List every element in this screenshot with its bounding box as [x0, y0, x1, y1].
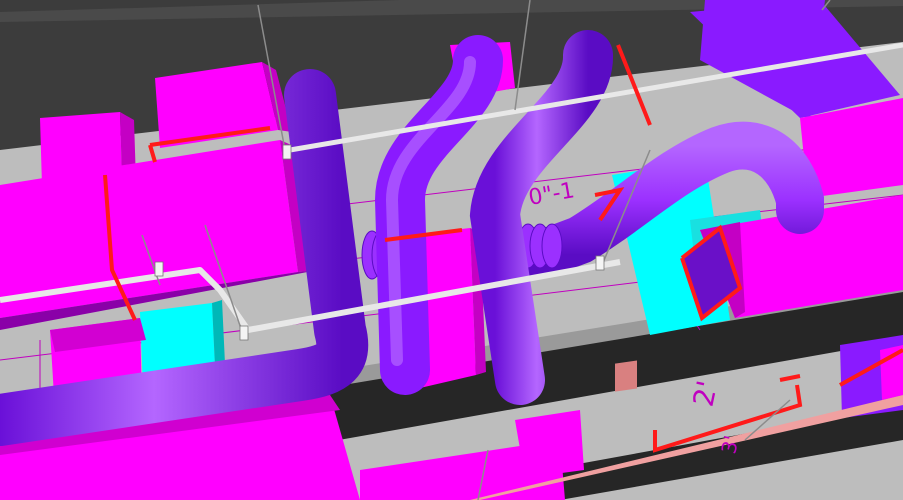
bim-3d-viewport[interactable]: 0"-1 2' 3' — [0, 0, 903, 500]
mep-model-scene: 0"-1 2' 3' — [0, 0, 903, 500]
